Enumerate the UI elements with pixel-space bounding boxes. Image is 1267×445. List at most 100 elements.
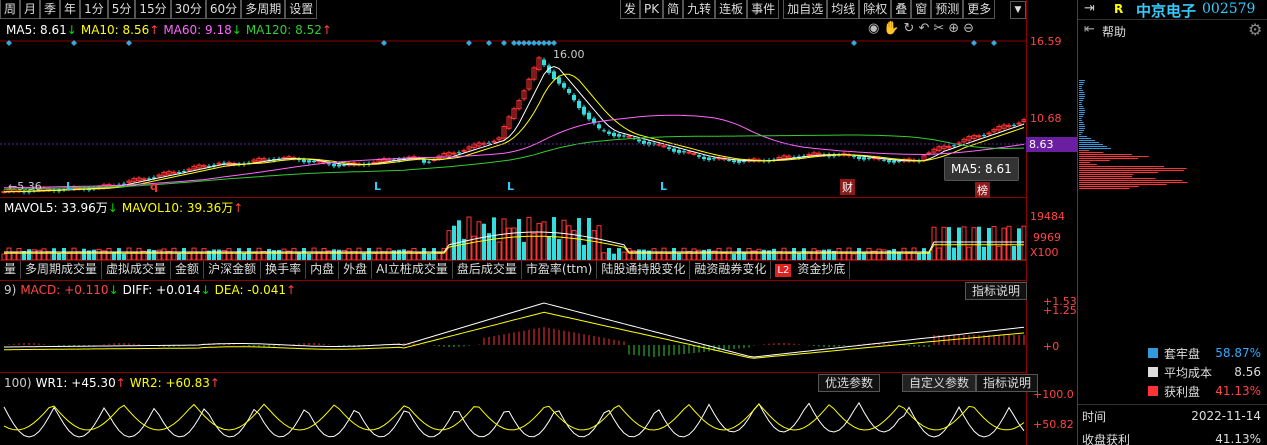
pin-icon[interactable]: ⇥	[1084, 1, 1095, 16]
tool-tab-2[interactable]: 简	[663, 0, 684, 19]
expand-icon[interactable]: ⇤	[1084, 22, 1095, 37]
period-tab-6[interactable]: 15分	[135, 0, 171, 19]
chip-distribution-chart	[1079, 80, 1188, 189]
volume-bar	[862, 252, 866, 260]
subtab-9[interactable]: 盘后成交量	[453, 261, 522, 279]
volume-bar	[166, 250, 172, 260]
subtab-4[interactable]: 沪深金额	[204, 261, 262, 279]
volume-bar	[756, 248, 762, 260]
subtab-12[interactable]: 融资融券变化	[690, 261, 772, 279]
zoom-out-icon[interactable]: ⊖	[963, 21, 978, 36]
candle-body	[451, 152, 457, 155]
volume-bar	[621, 251, 627, 260]
subtab-0[interactable]: 量	[0, 261, 22, 279]
period-tab-9[interactable]: 多周期	[241, 0, 286, 19]
ma-line	[3, 73, 1025, 193]
candle-body	[1016, 122, 1022, 125]
subtab-11[interactable]: 陆股通持股变化	[597, 261, 691, 279]
tool-tab-7[interactable]: 均线	[827, 0, 860, 19]
chip-bar	[1079, 146, 1107, 147]
undo-icon[interactable]: ↶	[918, 21, 933, 36]
volume-bar	[716, 247, 722, 260]
chip-bar	[1079, 138, 1091, 139]
volume-bar	[522, 241, 526, 260]
subtab-6[interactable]: 内盘	[306, 261, 340, 279]
volume-bar	[536, 223, 542, 260]
volume-bar	[587, 217, 591, 260]
period-tab-1[interactable]: 月	[20, 0, 41, 19]
period-tab-3[interactable]: 年	[60, 0, 81, 19]
volume-bar	[591, 230, 597, 260]
wr-button-0[interactable]: 优选参数	[818, 374, 881, 392]
subtab-1[interactable]: 多周期成交量	[21, 261, 103, 279]
eye-icon[interactable]: ◉	[868, 21, 883, 36]
tool-tab-4[interactable]: 连板	[715, 0, 748, 19]
subtab-8[interactable]: AI立桩成交量	[372, 261, 453, 279]
tool-tab-6[interactable]: 加自选	[783, 0, 828, 19]
subtab-3[interactable]: 金额	[171, 261, 205, 279]
wr-axis-mid: +50.82	[1033, 418, 1074, 431]
candle-body	[946, 145, 952, 148]
volume-bar	[457, 220, 461, 260]
tool-tab-5[interactable]: 事件	[747, 0, 780, 19]
subtab-5[interactable]: 换手率	[261, 261, 307, 279]
period-tab-10[interactable]: 设置	[285, 0, 318, 19]
macd-chart[interactable]	[0, 298, 1026, 372]
volume-bar	[1021, 225, 1026, 260]
candle-body	[427, 161, 431, 163]
subtab-7[interactable]: 外盘	[339, 261, 373, 279]
hand-icon[interactable]: ✋	[883, 21, 903, 36]
wr-chart[interactable]	[0, 394, 1026, 445]
volume-bar	[901, 247, 907, 260]
price-chart[interactable]	[0, 40, 1026, 197]
chip-bar	[1079, 130, 1085, 131]
tool-tab-9[interactable]: 叠	[891, 0, 912, 19]
stock-name[interactable]: 中京电子	[1136, 0, 1196, 21]
period-tab-2[interactable]: 季	[40, 0, 61, 19]
volume-bar	[557, 239, 561, 260]
chip-bar	[1079, 158, 1139, 159]
tool-tab-0[interactable]: 发	[620, 0, 641, 19]
volume-bar	[1001, 227, 1007, 260]
period-tab-4[interactable]: 1分	[80, 0, 108, 19]
volume-bar	[411, 247, 417, 260]
period-tab-8[interactable]: 60分	[205, 0, 242, 19]
volume-bar	[707, 249, 711, 260]
period-tab-5[interactable]: 5分	[107, 0, 136, 19]
wr_line-part-2: ↑	[115, 376, 126, 390]
period-tab-7[interactable]: 30分	[170, 0, 206, 19]
dropdown-chevron-icon[interactable]: ▼	[1010, 1, 1026, 19]
tool-tab-3[interactable]: 九转	[683, 0, 716, 19]
wr-button-1[interactable]: 自定义参数	[902, 374, 977, 392]
help-label[interactable]: 帮助	[1102, 23, 1126, 40]
subtab-10[interactable]: 市盈率(ttm)	[522, 261, 598, 279]
chip-bar	[1079, 166, 1165, 167]
volume-chart[interactable]	[0, 212, 1026, 260]
volume-bar	[117, 248, 121, 260]
period-tab-0[interactable]: 周	[0, 0, 21, 19]
zoom-in-icon[interactable]: ⊕	[948, 21, 963, 36]
divider-macd-wr	[0, 372, 1026, 373]
diff-line	[4, 302, 1025, 358]
gear-icon[interactable]: ⚙	[1248, 20, 1262, 39]
tool-tab-12[interactable]: 更多	[963, 0, 996, 19]
subtab-2[interactable]: 虚拟成交量	[102, 261, 172, 279]
wr2-line	[3, 403, 1025, 431]
candle-body	[667, 147, 671, 149]
refresh-icon[interactable]: ↻	[904, 21, 919, 36]
volume-bar	[836, 248, 842, 260]
volume-bar	[691, 248, 697, 260]
tool-tab-11[interactable]: 预测	[931, 0, 964, 19]
tool-tab-10[interactable]: 窗	[911, 0, 932, 19]
wr-button-2[interactable]: 指标说明	[976, 374, 1039, 392]
tool-tab-8[interactable]: 除权	[859, 0, 892, 19]
volume-bar	[1017, 228, 1021, 260]
volume-bar	[332, 249, 336, 260]
tool-tab-1[interactable]: PK	[640, 0, 664, 19]
subtab-13[interactable]: 资金抄底	[793, 261, 851, 279]
volume-bar	[397, 249, 401, 260]
volume-bar	[637, 249, 641, 260]
volume-bar	[226, 248, 232, 260]
scissors-icon[interactable]: ✂	[933, 21, 948, 36]
volume-bar	[911, 247, 917, 260]
